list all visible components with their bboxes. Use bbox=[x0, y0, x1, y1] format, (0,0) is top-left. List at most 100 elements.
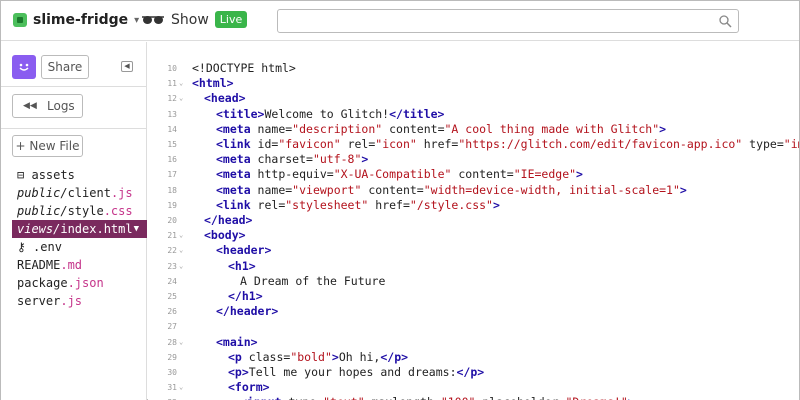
code-token: content= bbox=[382, 121, 445, 136]
line-number: 24 bbox=[167, 276, 177, 286]
fold-chevron-icon[interactable]: ⌄ bbox=[179, 259, 183, 274]
new-file-button[interactable]: + New File bbox=[12, 135, 83, 157]
code-line: 19 <link rel="stylesheet" href="/style.cs… bbox=[148, 198, 799, 213]
code-token: <link bbox=[216, 197, 251, 212]
code-text: <html> bbox=[192, 76, 234, 91]
project-menu[interactable]: slime-fridge ▾ bbox=[13, 12, 139, 28]
code-text: <link id="favicon" rel="icon" href="http… bbox=[216, 137, 799, 152]
divider bbox=[1, 128, 146, 129]
collapse-sidebar-icon[interactable]: ◀ bbox=[121, 61, 133, 72]
logs-label: Logs bbox=[47, 99, 75, 113]
code-token: </header> bbox=[216, 304, 279, 319]
file-item-client-js[interactable]: public/client.js bbox=[12, 184, 147, 202]
file-item-assets[interactable]: ⊟ assets bbox=[12, 166, 147, 184]
code-token: <input bbox=[240, 395, 282, 400]
code-token: </title> bbox=[389, 106, 445, 121]
logs-button[interactable]: ◀◀ Logs bbox=[12, 94, 83, 118]
code-token: "width=device-width, initial-scale=1" bbox=[423, 182, 680, 197]
code-token: class= bbox=[241, 349, 291, 364]
avatar[interactable] bbox=[12, 55, 36, 79]
code-line: 15 <link id="favicon" rel="icon" href="ht… bbox=[148, 137, 799, 152]
line-number: 10 bbox=[167, 64, 177, 73]
code-token: rel= bbox=[250, 197, 286, 212]
code-token: <main> bbox=[216, 334, 258, 349]
code-text: <!DOCTYPE html> bbox=[192, 61, 296, 76]
code-line: 32 <input type="text" maxlength="100" pla… bbox=[148, 395, 799, 400]
code-token: type= bbox=[282, 395, 323, 400]
code-text: <meta http-equiv="X-UA-Compatible" conte… bbox=[216, 167, 583, 182]
code-line: 11 ⌄ <html> bbox=[148, 76, 799, 91]
show-button[interactable]: Show Live bbox=[141, 11, 248, 28]
fold-chevron-icon[interactable]: ⌄ bbox=[179, 91, 183, 106]
code-line: 31 ⌄ <form> bbox=[148, 380, 799, 395]
code-token: > bbox=[331, 349, 339, 364]
search-input[interactable] bbox=[277, 9, 739, 33]
code-token: charset= bbox=[250, 152, 313, 167]
code-line: 18 <meta name="viewport" content="width=d… bbox=[148, 183, 799, 198]
code-token: "favicon" bbox=[278, 137, 341, 151]
file-item-package-json[interactable]: package.json bbox=[12, 274, 147, 292]
live-badge: Live bbox=[214, 11, 248, 28]
code-text: <p>Tell me your hopes and dreams:</p> bbox=[228, 365, 484, 380]
line-number: 27 bbox=[167, 322, 177, 332]
code-token: <h1> bbox=[228, 258, 256, 273]
code-token: <!DOCTYPE html> bbox=[192, 61, 296, 75]
line-number: 30 bbox=[167, 368, 177, 377]
code-text: </header> bbox=[216, 304, 278, 319]
fold-chevron-icon[interactable]: ⌄ bbox=[179, 335, 183, 350]
chevron-down-icon: ▾ bbox=[134, 14, 140, 26]
file-item-index-html[interactable]: views/index.html ▼ bbox=[12, 220, 147, 238]
line-number: 16 bbox=[167, 155, 177, 165]
code-line: 26 </header> bbox=[148, 304, 799, 319]
code-token: </h1> bbox=[228, 289, 263, 303]
fold-chevron-icon[interactable]: ⌄ bbox=[179, 228, 183, 243]
fold-chevron-icon[interactable]: ⌄ bbox=[179, 243, 183, 258]
code-token: > bbox=[492, 197, 500, 212]
line-number: 23 bbox=[167, 261, 177, 271]
project-logo-icon bbox=[13, 13, 27, 27]
sidebar: Share ◀ ◀◀ Logs + New File ⊟ assets publ… bbox=[1, 42, 147, 400]
file-item-server-js[interactable]: server.js bbox=[12, 292, 147, 310]
line-number: 15 bbox=[167, 140, 177, 149]
line-number: 29 bbox=[167, 352, 177, 362]
code-token: href= bbox=[368, 197, 410, 212]
code-token: type= bbox=[742, 137, 784, 151]
fold-chevron-icon[interactable]: ⌄ bbox=[179, 380, 183, 395]
code-token: http-equiv= bbox=[250, 167, 334, 182]
code-text: <head> bbox=[204, 91, 246, 106]
file-item-env[interactable]: ⚷ .env bbox=[12, 238, 147, 256]
code-token: "stylesheet" bbox=[285, 197, 369, 212]
file-item-readme-md[interactable]: README.md bbox=[12, 256, 147, 274]
code-line: 30 <p>Tell me your hopes and dreams:</p> bbox=[148, 365, 799, 380]
line-number: 31 bbox=[167, 383, 177, 393]
box-icon: ⊟ bbox=[17, 168, 25, 182]
search-icon bbox=[719, 15, 732, 28]
chevron-down-icon[interactable]: ▼ bbox=[134, 220, 139, 238]
code-token: A Dream of the Future bbox=[240, 273, 386, 288]
code-token: <title> bbox=[216, 106, 265, 121]
code-token: <link bbox=[216, 137, 251, 151]
smiley-icon bbox=[19, 63, 29, 71]
code-line: 24 A Dream of the Future bbox=[148, 274, 799, 289]
share-button[interactable]: Share bbox=[41, 55, 89, 79]
fold-chevron-icon[interactable]: ⌄ bbox=[179, 76, 183, 91]
divider bbox=[1, 86, 146, 87]
file-item-style-css[interactable]: public/style.css bbox=[12, 202, 147, 220]
line-number: 21 bbox=[167, 231, 177, 241]
code-text: <meta name="description" content="A cool… bbox=[216, 122, 666, 137]
sunglasses-icon bbox=[142, 15, 164, 24]
code-token: "text" bbox=[323, 395, 365, 400]
code-editor[interactable]: 10 <!DOCTYPE html> 11 ⌄ <html> 12 ⌄ <head> 13 <ti… bbox=[148, 42, 799, 400]
code-token: name= bbox=[250, 182, 293, 197]
code-line: 16 <meta charset="utf-8"> bbox=[148, 152, 799, 167]
top-bar: slime-fridge ▾ Show Live bbox=[1, 1, 799, 41]
code-text: <meta charset="utf-8"> bbox=[216, 152, 368, 167]
code-text: <meta name="viewport" content="width=dev… bbox=[216, 183, 687, 198]
line-number: 17 bbox=[167, 170, 177, 180]
code-line: 27 bbox=[148, 319, 799, 334]
code-token: rel= bbox=[340, 137, 376, 151]
code-text: </head> bbox=[204, 213, 252, 228]
code-text: <h1> bbox=[228, 259, 256, 274]
file-tree: ⊟ assets public/client.js public/style.c… bbox=[12, 166, 147, 310]
code-token: "100" bbox=[441, 395, 476, 400]
